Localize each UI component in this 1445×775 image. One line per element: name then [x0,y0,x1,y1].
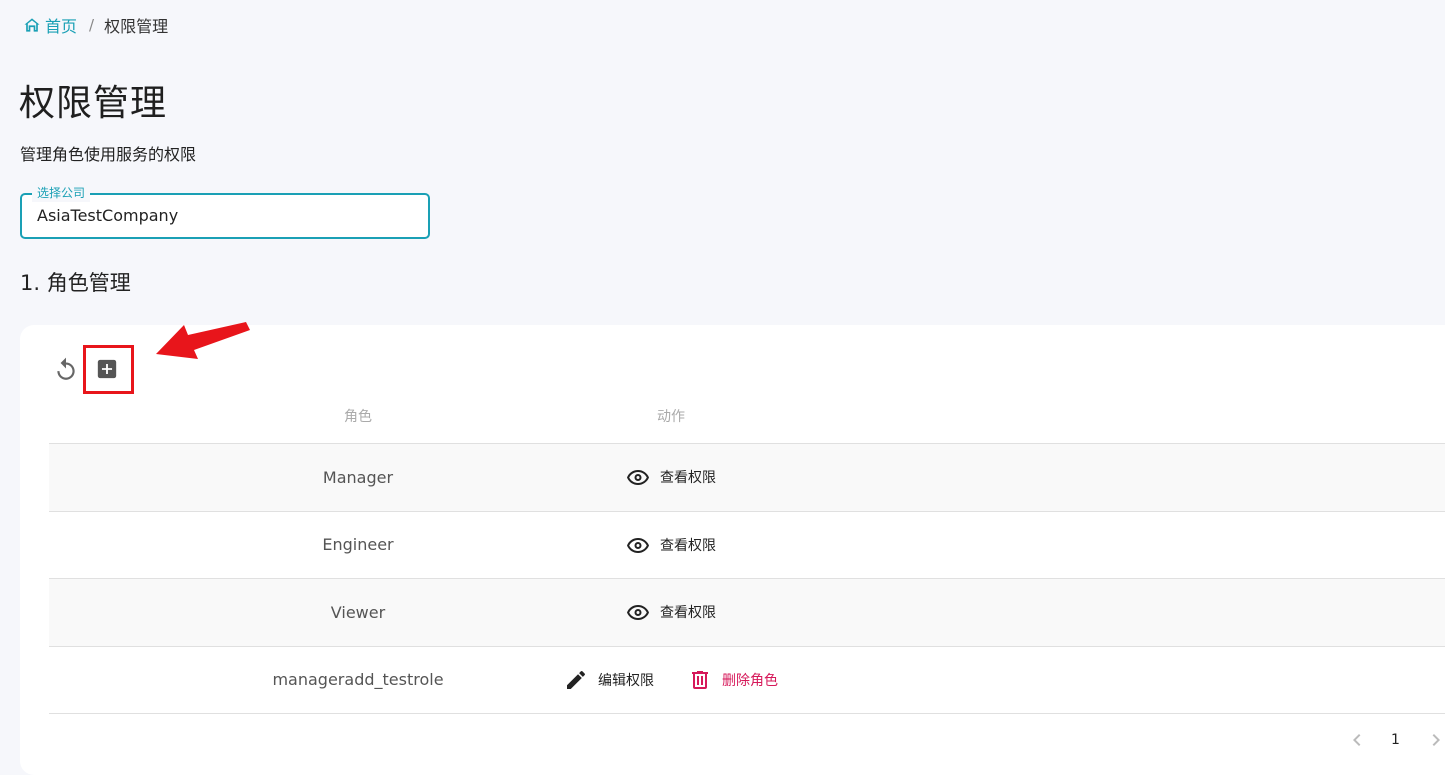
company-select-label: 选择公司 [32,184,91,202]
table-row: Manager 查看权限 [49,444,1445,512]
edit-permissions-button[interactable]: 编辑权限 [564,668,654,692]
company-select[interactable]: 选择公司 AsiaTestCompany [20,184,430,239]
row-actions: 查看权限 [75,465,1267,489]
view-permissions-button[interactable]: 查看权限 [626,533,716,557]
pencil-icon [567,670,585,689]
breadcrumb-home-link[interactable]: 首页 [22,13,77,37]
delete-role-label[interactable]: 删除角色 [722,670,778,690]
row-actions: 查看权限 [75,533,1267,557]
view-permissions-label[interactable]: 查看权限 [660,467,716,487]
view-permissions-button[interactable]: 查看权限 [626,465,716,489]
view-permissions-label[interactable]: 查看权限 [660,602,716,622]
column-header-action: 动作 [75,388,1267,443]
current-page-number[interactable]: 1 [1391,732,1400,748]
breadcrumb-home-label[interactable]: 首页 [45,13,77,37]
breadcrumb: 首页 / 权限管理 [22,13,168,37]
pagination: 1 [1345,728,1445,752]
breadcrumb-current: 权限管理 [104,17,169,36]
column-header-action-label: 动作 [657,408,685,425]
edit-permissions-label[interactable]: 编辑权限 [598,670,654,690]
refresh-icon[interactable] [53,356,79,382]
chevron-left-icon[interactable] [1345,728,1369,752]
breadcrumb-separator: / [89,16,95,34]
table-row: Viewer 查看权限 [49,579,1445,647]
delete-role-button[interactable]: 删除角色 [688,668,778,692]
trash-icon [692,670,708,689]
row-actions: 编辑权限 删除角色 [75,668,1267,692]
annotation-arrow-icon [156,322,250,359]
eye-icon [627,470,649,486]
chevron-right-icon[interactable] [1424,728,1445,752]
annotation-highlight-box [83,345,134,394]
roles-table: 角色 动作 Manager 查看权限 Engineer 查看权限 Viewer [49,388,1445,714]
view-permissions-button[interactable]: 查看权限 [626,600,716,624]
table-row: manageradd_testrole 编辑权限 删除角色 [49,647,1445,714]
row-actions: 查看权限 [75,600,1267,624]
eye-icon [627,537,649,553]
page-title: 权限管理 [19,83,168,124]
table-header: 角色 动作 [49,388,1445,444]
view-permissions-label[interactable]: 查看权限 [660,535,716,555]
page-description: 管理角色使用服务的权限 [20,145,197,164]
table-row: Engineer 查看权限 [49,512,1445,579]
section-title: 1. 角色管理 [20,271,131,295]
eye-icon [627,605,649,621]
home-icon [24,18,40,32]
company-select-value[interactable]: AsiaTestCompany [37,206,178,225]
